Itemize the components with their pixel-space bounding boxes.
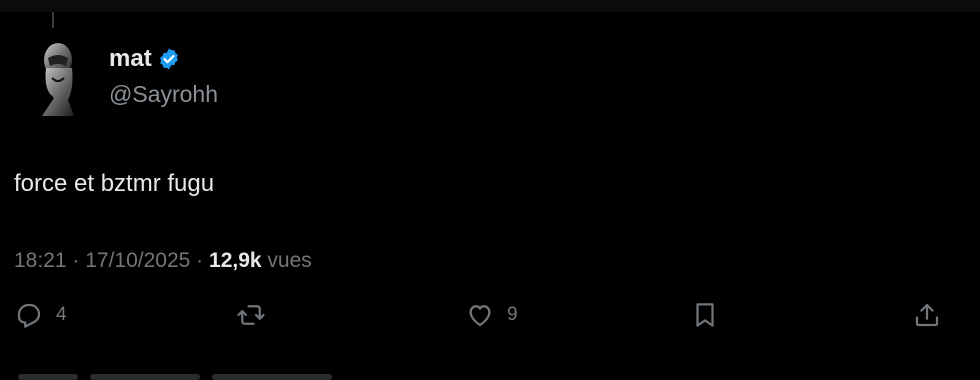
- post-date[interactable]: 17/10/2025: [85, 249, 190, 272]
- post-text: force et bztmr fugu: [14, 170, 215, 197]
- like-count: 9: [507, 304, 518, 325]
- share-icon: [912, 300, 942, 330]
- avatar[interactable]: [28, 38, 88, 120]
- repost-icon: [236, 300, 266, 330]
- share-button[interactable]: [912, 300, 942, 330]
- bookmark-icon: [690, 300, 720, 330]
- heart-icon: [465, 300, 495, 330]
- reply-button[interactable]: 4: [14, 300, 67, 330]
- cutoff-text-fragment: [90, 374, 200, 380]
- bookmark-button[interactable]: [690, 300, 720, 330]
- verified-badge-icon[interactable]: [157, 47, 181, 71]
- post-detail-view: mat @Sayrohh force et bztmr fugu 18:21 ·…: [0, 0, 980, 380]
- post-time[interactable]: 18:21: [14, 249, 67, 272]
- meta-separator: ·: [190, 249, 210, 272]
- repost-button[interactable]: [236, 300, 278, 330]
- thread-connector-line: [52, 12, 54, 28]
- post-meta: 18:21 · 17/10/2025 · 12,9k vues: [14, 247, 312, 275]
- views-label: vues: [267, 249, 312, 272]
- next-content-strip: [0, 370, 980, 380]
- cutoff-text-fragment: [18, 374, 78, 380]
- meta-separator: ·: [66, 249, 86, 272]
- previous-post-strip: [0, 0, 980, 12]
- author-display-name[interactable]: mat: [109, 44, 152, 74]
- author-handle[interactable]: @Sayrohh: [109, 80, 218, 108]
- author-name-row[interactable]: mat: [109, 44, 181, 74]
- reply-count: 4: [56, 304, 67, 325]
- views-count: 12,9k: [209, 249, 262, 272]
- cutoff-text-fragment: [212, 374, 332, 380]
- like-button[interactable]: 9: [465, 300, 518, 330]
- reply-icon: [14, 300, 44, 330]
